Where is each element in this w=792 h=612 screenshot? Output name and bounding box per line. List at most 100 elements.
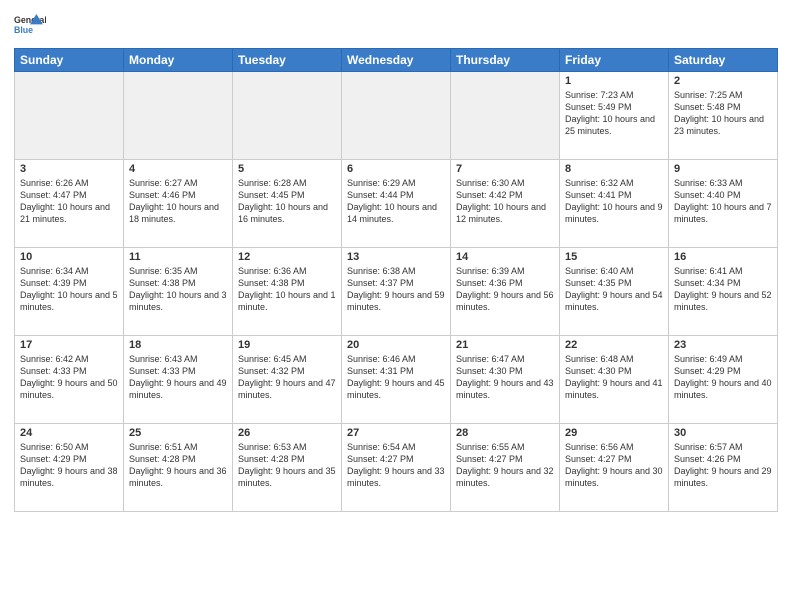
day-info: Sunrise: 6:39 AM Sunset: 4:36 PM Dayligh… [456, 265, 554, 314]
day-cell [15, 72, 124, 160]
day-info: Sunrise: 6:55 AM Sunset: 4:27 PM Dayligh… [456, 441, 554, 490]
day-number: 13 [347, 251, 445, 263]
day-number: 21 [456, 339, 554, 351]
day-info: Sunrise: 6:36 AM Sunset: 4:38 PM Dayligh… [238, 265, 336, 314]
day-info: Sunrise: 6:29 AM Sunset: 4:44 PM Dayligh… [347, 177, 445, 226]
logo-icon: GeneralBlue [14, 10, 46, 42]
day-cell: 30Sunrise: 6:57 AM Sunset: 4:26 PM Dayli… [669, 424, 778, 512]
day-cell: 18 Sunrise: 6:43 AM Sunset: 4:33 PM Dayli… [124, 336, 233, 424]
day-info: Sunrise: 6:43 AM Sunset: 4:33 PM Dayligh… [129, 353, 227, 402]
day-info: Sunrise: 6:42 AM Sunset: 4:33 PM Dayligh… [20, 353, 118, 402]
day-cell: 13Sunrise: 6:38 AM Sunset: 4:37 PM Dayli… [342, 248, 451, 336]
day-number: 20 [347, 339, 445, 351]
week-row-3: 10 Sunrise: 6:34 AM Sunset: 4:39 PM Dayli… [15, 248, 778, 336]
day-info: Sunrise: 6:49 AM Sunset: 4:29 PM Dayligh… [674, 353, 772, 402]
day-cell: 11 Sunrise: 6:35 AM Sunset: 4:38 PM Dayli… [124, 248, 233, 336]
day-cell [233, 72, 342, 160]
day-cell [451, 72, 560, 160]
day-info: Sunrise: 6:32 AM Sunset: 4:41 PM Dayligh… [565, 177, 663, 226]
header-row: SundayMondayTuesdayWednesdayThursdayFrid… [15, 49, 778, 72]
header: GeneralBlue [14, 10, 778, 42]
day-cell: 4 Sunrise: 6:27 AM Sunset: 4:46 PM Daylig… [124, 160, 233, 248]
day-cell: 26 Sunrise: 6:53 AM Sunset: 4:28 PM Dayli… [233, 424, 342, 512]
day-cell: 27 Sunrise: 6:54 AM Sunset: 4:27 PM Dayli… [342, 424, 451, 512]
day-info: Sunrise: 6:33 AM Sunset: 4:40 PM Dayligh… [674, 177, 772, 226]
day-cell: 7Sunrise: 6:30 AM Sunset: 4:42 PM Daylig… [451, 160, 560, 248]
day-cell: 22Sunrise: 6:48 AM Sunset: 4:30 PM Dayli… [560, 336, 669, 424]
day-info: Sunrise: 6:47 AM Sunset: 4:30 PM Dayligh… [456, 353, 554, 402]
week-row-1: 1Sunrise: 7:23 AM Sunset: 5:49 PM Daylig… [15, 72, 778, 160]
day-info: Sunrise: 7:25 AM Sunset: 5:48 PM Dayligh… [674, 89, 772, 138]
week-row-4: 17 Sunrise: 6:42 AM Sunset: 4:33 PM Dayli… [15, 336, 778, 424]
day-number: 7 [456, 163, 554, 175]
day-cell: 21 Sunrise: 6:47 AM Sunset: 4:30 PM Dayli… [451, 336, 560, 424]
day-info: Sunrise: 6:34 AM Sunset: 4:39 PM Dayligh… [20, 265, 118, 314]
day-info: Sunrise: 6:26 AM Sunset: 4:47 PM Dayligh… [20, 177, 118, 226]
col-header-friday: Friday [560, 49, 669, 72]
day-info: Sunrise: 7:23 AM Sunset: 5:49 PM Dayligh… [565, 89, 663, 138]
day-cell: 10 Sunrise: 6:34 AM Sunset: 4:39 PM Dayli… [15, 248, 124, 336]
day-cell [342, 72, 451, 160]
day-number: 16 [674, 251, 772, 263]
day-cell: 19Sunrise: 6:45 AM Sunset: 4:32 PM Dayli… [233, 336, 342, 424]
day-number: 17 [20, 339, 118, 351]
day-number: 15 [565, 251, 663, 263]
day-cell: 12 Sunrise: 6:36 AM Sunset: 4:38 PM Dayli… [233, 248, 342, 336]
day-number: 24 [20, 427, 118, 439]
col-header-thursday: Thursday [451, 49, 560, 72]
day-info: Sunrise: 6:51 AM Sunset: 4:28 PM Dayligh… [129, 441, 227, 490]
day-info: Sunrise: 6:28 AM Sunset: 4:45 PM Dayligh… [238, 177, 336, 226]
day-number: 6 [347, 163, 445, 175]
day-info: Sunrise: 6:35 AM Sunset: 4:38 PM Dayligh… [129, 265, 227, 314]
day-number: 26 [238, 427, 336, 439]
day-info: Sunrise: 6:57 AM Sunset: 4:26 PM Dayligh… [674, 441, 772, 490]
logo: GeneralBlue [14, 10, 46, 42]
week-row-2: 3Sunrise: 6:26 AM Sunset: 4:47 PM Daylig… [15, 160, 778, 248]
page: GeneralBlue SundayMondayTuesdayWednesday… [0, 0, 792, 612]
day-cell: 15 Sunrise: 6:40 AM Sunset: 4:35 PM Dayli… [560, 248, 669, 336]
day-number: 11 [129, 251, 227, 263]
day-cell [124, 72, 233, 160]
col-header-saturday: Saturday [669, 49, 778, 72]
day-cell: 9 Sunrise: 6:33 AM Sunset: 4:40 PM Daylig… [669, 160, 778, 248]
day-cell: 24 Sunrise: 6:50 AM Sunset: 4:29 PM Dayli… [15, 424, 124, 512]
day-number: 22 [565, 339, 663, 351]
day-cell: 2Sunrise: 7:25 AM Sunset: 5:48 PM Daylig… [669, 72, 778, 160]
day-number: 25 [129, 427, 227, 439]
col-header-wednesday: Wednesday [342, 49, 451, 72]
day-number: 4 [129, 163, 227, 175]
day-number: 18 [129, 339, 227, 351]
day-info: Sunrise: 6:40 AM Sunset: 4:35 PM Dayligh… [565, 265, 663, 314]
day-number: 28 [456, 427, 554, 439]
day-info: Sunrise: 6:56 AM Sunset: 4:27 PM Dayligh… [565, 441, 663, 490]
calendar-table: SundayMondayTuesdayWednesdayThursdayFrid… [14, 48, 778, 512]
day-cell: 25 Sunrise: 6:51 AM Sunset: 4:28 PM Dayli… [124, 424, 233, 512]
col-header-tuesday: Tuesday [233, 49, 342, 72]
col-header-monday: Monday [124, 49, 233, 72]
day-info: Sunrise: 6:54 AM Sunset: 4:27 PM Dayligh… [347, 441, 445, 490]
day-number: 27 [347, 427, 445, 439]
day-number: 19 [238, 339, 336, 351]
day-cell: 17 Sunrise: 6:42 AM Sunset: 4:33 PM Dayli… [15, 336, 124, 424]
day-cell: 6 Sunrise: 6:29 AM Sunset: 4:44 PM Daylig… [342, 160, 451, 248]
day-cell: 20 Sunrise: 6:46 AM Sunset: 4:31 PM Dayli… [342, 336, 451, 424]
day-info: Sunrise: 6:50 AM Sunset: 4:29 PM Dayligh… [20, 441, 118, 490]
day-info: Sunrise: 6:46 AM Sunset: 4:31 PM Dayligh… [347, 353, 445, 402]
day-info: Sunrise: 6:27 AM Sunset: 4:46 PM Dayligh… [129, 177, 227, 226]
day-cell: 16Sunrise: 6:41 AM Sunset: 4:34 PM Dayli… [669, 248, 778, 336]
day-number: 8 [565, 163, 663, 175]
svg-text:Blue: Blue [14, 25, 33, 35]
day-cell: 3Sunrise: 6:26 AM Sunset: 4:47 PM Daylig… [15, 160, 124, 248]
day-number: 29 [565, 427, 663, 439]
day-number: 5 [238, 163, 336, 175]
day-number: 10 [20, 251, 118, 263]
col-header-sunday: Sunday [15, 49, 124, 72]
day-cell: 5 Sunrise: 6:28 AM Sunset: 4:45 PM Daylig… [233, 160, 342, 248]
week-row-5: 24 Sunrise: 6:50 AM Sunset: 4:29 PM Dayli… [15, 424, 778, 512]
day-number: 14 [456, 251, 554, 263]
day-number: 9 [674, 163, 772, 175]
day-number: 12 [238, 251, 336, 263]
day-cell: 8 Sunrise: 6:32 AM Sunset: 4:41 PM Daylig… [560, 160, 669, 248]
day-cell: 14 Sunrise: 6:39 AM Sunset: 4:36 PM Dayli… [451, 248, 560, 336]
day-info: Sunrise: 6:53 AM Sunset: 4:28 PM Dayligh… [238, 441, 336, 490]
